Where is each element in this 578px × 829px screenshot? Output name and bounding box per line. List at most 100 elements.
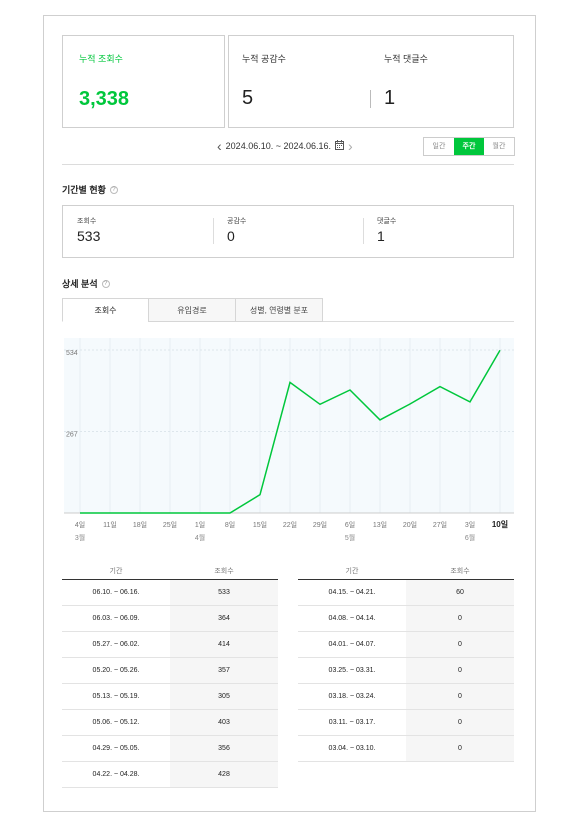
views-table-left: 기간 조회수 06.10. ~ 06.16. 533 06.03. ~ 06.09.… [62,564,278,788]
views-cell: 0 [406,736,514,761]
table-row: 04.15. ~ 04.21. 60 [298,580,514,606]
period-cell: 04.22. ~ 04.28. [92,771,140,778]
tab-views[interactable]: 조회수 [62,298,149,322]
period-views-label: 조회수 [77,218,97,225]
divider [363,218,364,244]
period-cell: 03.25. ~ 03.31. [328,667,376,674]
views-cell: 0 [406,632,514,657]
views-cell: 414 [170,632,278,657]
plot-background [64,338,514,513]
views-line-chart: 534 267 4일 11일 18일 25일 1일 8일 15일 22일 29일 6일 13일 20일 27… [64,338,514,542]
period-cell: 05.20. ~ 05.26. [92,667,140,674]
x-tick-label: 29일 [313,520,327,529]
x-month-label: 6월 [465,533,475,542]
total-likes-label: 누적 공감수 [242,54,286,64]
views-cell: 356 [170,736,278,761]
table-row: 06.03. ~ 06.09. 364 [62,606,278,632]
total-likes-value: 5 [242,87,254,109]
x-tick-label: 4일 [75,520,85,529]
x-tick-label: 13일 [373,520,387,529]
period-likes-label: 공감수 [227,218,247,225]
period-cell: 06.03. ~ 06.09. [92,615,140,622]
x-tick-label: 25일 [163,520,177,529]
total-views-value: 3,338 [79,88,130,110]
table-row: 05.06. ~ 05.12. 403 [62,710,278,736]
total-views-card [62,35,225,128]
period-cell: 04.29. ~ 05.05. [92,745,140,752]
period-status-title: 기간별 현황 ? [62,183,118,196]
period-likes-value: 0 [227,228,235,244]
x-tick-label: 22일 [283,520,297,529]
x-month-label: 3월 [75,533,85,542]
views-cell: 0 [406,658,514,683]
period-comments-label: 댓글수 [377,218,397,225]
table-row: 04.29. ~ 05.05. 356 [62,736,278,762]
total-engagement-card [228,35,514,128]
period-cell: 04.08. ~ 04.14. [328,615,376,622]
date-navigator: ‹ 2024.06.10. ~ 2024.06.16. › [217,139,353,153]
period-cell: 05.06. ~ 05.12. [92,719,140,726]
table-row: 03.04. ~ 03.10. 0 [298,736,514,762]
column-header-views: 조회수 [214,568,234,575]
views-cell: 305 [170,684,278,709]
chevron-right-icon[interactable]: › [348,139,353,153]
views-table-right: 기간 조회수 04.15. ~ 04.21. 60 04.08. ~ 04.14. 0… [298,564,514,762]
period-monthly[interactable]: 월간 [484,138,514,155]
column-header-period: 기간 [345,568,359,575]
x-month-label: 4월 [195,533,205,542]
column-header-period: 기간 [109,568,123,575]
divider [62,164,514,165]
date-range: 2024.06.10. ~ 2024.06.16. [225,141,332,151]
period-cell: 04.15. ~ 04.21. [328,589,376,596]
calendar-icon[interactable] [335,140,345,152]
table-header: 기간 조회수 [298,564,514,580]
x-tick-label: 20일 [403,520,417,529]
x-month-label: 5월 [345,533,355,542]
x-tick-label: 3일 [465,520,475,529]
total-comments-value: 1 [384,87,396,109]
tab-referrer[interactable]: 유입경로 [148,298,236,322]
table-row: 05.20. ~ 05.26. 357 [62,658,278,684]
x-tick-label: 1일 [195,520,205,529]
period-cell: 03.04. ~ 03.10. [328,745,376,752]
x-tick-label: 10일 [492,519,508,529]
period-weekly[interactable]: 주간 [454,138,484,155]
table-row: 05.27. ~ 06.02. 414 [62,632,278,658]
views-cell: 0 [406,606,514,631]
period-daily[interactable]: 일간 [424,138,454,155]
table-row: 03.11. ~ 03.17. 0 [298,710,514,736]
tab-demographics[interactable]: 성별, 연령별 분포 [235,298,323,322]
views-cell: 533 [170,580,278,605]
x-tick-label: 27일 [433,520,447,529]
chevron-left-icon[interactable]: ‹ [217,139,222,153]
views-cell: 403 [170,710,278,735]
divider [370,90,371,108]
table-row: 05.13. ~ 05.19. 305 [62,684,278,710]
x-tick-label: 6일 [345,520,355,529]
table-row: 04.08. ~ 04.14. 0 [298,606,514,632]
views-cell: 364 [170,606,278,631]
period-cell: 03.11. ~ 03.17. [328,719,376,726]
y-tick-label: 267 [66,432,78,439]
detail-analysis-heading: 상세 분석 [62,279,98,289]
divider [213,218,214,244]
views-cell: 428 [170,762,278,787]
views-cell: 0 [406,710,514,735]
help-icon[interactable]: ? [101,279,110,288]
period-comments-value: 1 [377,228,385,244]
detail-analysis-title: 상세 분석 ? [62,277,110,290]
period-status-box [62,205,514,258]
period-cell: 05.13. ~ 05.19. [92,693,140,700]
period-toggle: 일간 주간 월간 [423,137,515,156]
period-cell: 06.10. ~ 06.16. [92,589,140,596]
views-cell: 0 [406,684,514,709]
period-views-value: 533 [77,228,101,244]
table-row: 04.01. ~ 04.07. 0 [298,632,514,658]
x-tick-label: 15일 [253,520,267,529]
x-tick-label: 11일 [103,520,117,529]
period-status-heading: 기간별 현황 [62,185,106,195]
column-header-views: 조회수 [450,568,470,575]
period-cell: 03.18. ~ 03.24. [328,693,376,700]
table-row: 03.18. ~ 03.24. 0 [298,684,514,710]
help-icon[interactable]: ? [109,185,118,194]
